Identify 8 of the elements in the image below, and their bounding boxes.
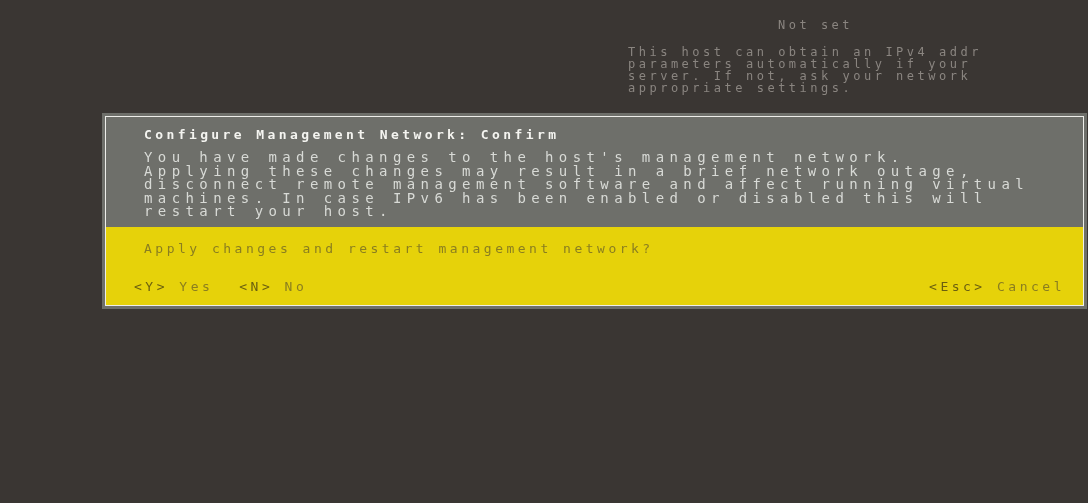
key-action[interactable]: <Y> Yes [134,278,214,295]
key-action[interactable]: <N> No [239,278,308,295]
confirm-question: Apply changes and restart management network? [144,240,655,257]
help-text: This host can obtain an IPv4 addr parameters automatically if your server. If not, ask your network appropriate settings. [628,46,983,94]
dialog-title: Configure Management Network: Confirm [144,127,561,143]
key-action[interactable]: <Esc> Cancel [929,278,1065,295]
dialog-message: You have made changes to the host's management network. Applying these changes may result in a brief network outage, disconnect remote management software and affect running virtual machines. In case IPv6 has been enabled or disabled this will restart your host. [144,151,1031,219]
status-text: Not set [778,18,855,32]
